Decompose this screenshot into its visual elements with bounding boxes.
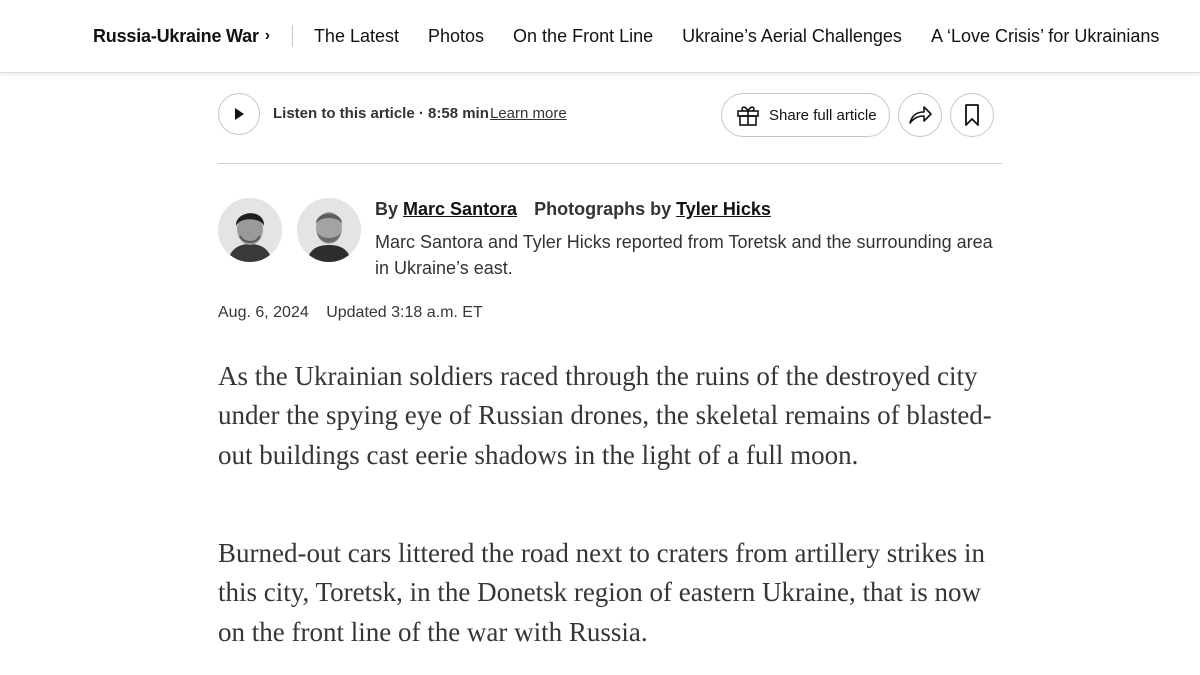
- dateline: Aug. 6, 2024 Updated 3:18 a.m. ET: [218, 304, 483, 322]
- nav-link-front-line[interactable]: On the Front Line: [513, 26, 653, 47]
- nav-links: The Latest Photos On the Front Line Ukra…: [314, 26, 1159, 47]
- listen-duration: Listen to this article · 8:58 min: [273, 105, 489, 122]
- byline-by: By: [375, 199, 399, 219]
- photographer-portrait-image: [297, 198, 361, 262]
- photographer-avatar[interactable]: [297, 198, 361, 262]
- nav-section-label: Russia-Ukraine War: [93, 25, 259, 46]
- toolbar-divider: [218, 163, 1002, 164]
- reporting-note: Marc Santora and Tyler Hicks reported fr…: [375, 232, 993, 278]
- photographer-link[interactable]: Tyler Hicks: [676, 199, 771, 219]
- article-paragraph: As the Ukrainian soldiers raced through …: [218, 361, 992, 470]
- article-toolbar: Listen to this article · 8:58 min Learn …: [218, 93, 1002, 137]
- share-arrow-icon: [909, 106, 932, 124]
- author-link[interactable]: Marc Santora: [403, 199, 517, 219]
- chevron-right-icon: ›: [264, 27, 270, 44]
- play-icon: [235, 108, 244, 120]
- bookmark-icon: [965, 104, 979, 126]
- nav-link-latest[interactable]: The Latest: [314, 26, 399, 47]
- nav-link-photos[interactable]: Photos: [428, 26, 484, 47]
- byline: By Marc Santora Photographs by Tyler Hic…: [375, 199, 995, 220]
- updated-time: Updated 3:18 a.m. ET: [326, 304, 483, 321]
- save-bookmark-button[interactable]: [950, 93, 994, 137]
- author-avatar[interactable]: [218, 198, 282, 262]
- photographs-by-label: Photographs by: [534, 199, 672, 219]
- play-audio-button[interactable]: [218, 93, 260, 135]
- share-full-article-label: Share full article: [769, 106, 877, 124]
- share-button[interactable]: [898, 93, 942, 137]
- article-paragraph: Burned-out cars littered the road next t…: [218, 538, 985, 647]
- nav-section-link[interactable]: Russia-Ukraine War ›: [93, 26, 270, 47]
- nav-link-aerial-challenges[interactable]: Ukraine’s Aerial Challenges: [682, 26, 902, 47]
- share-full-article-button[interactable]: Share full article: [721, 93, 890, 137]
- learn-more-link[interactable]: Learn more: [490, 105, 567, 122]
- nav-divider: [291, 25, 293, 47]
- publish-date: Aug. 6, 2024: [218, 304, 309, 321]
- author-portrait-image: [218, 198, 282, 262]
- top-navigation: Russia-Ukraine War › The Latest Photos O…: [0, 0, 1200, 73]
- gift-icon: [737, 106, 759, 126]
- nav-link-love-crisis[interactable]: A ‘Love Crisis’ for Ukrainians: [931, 26, 1159, 47]
